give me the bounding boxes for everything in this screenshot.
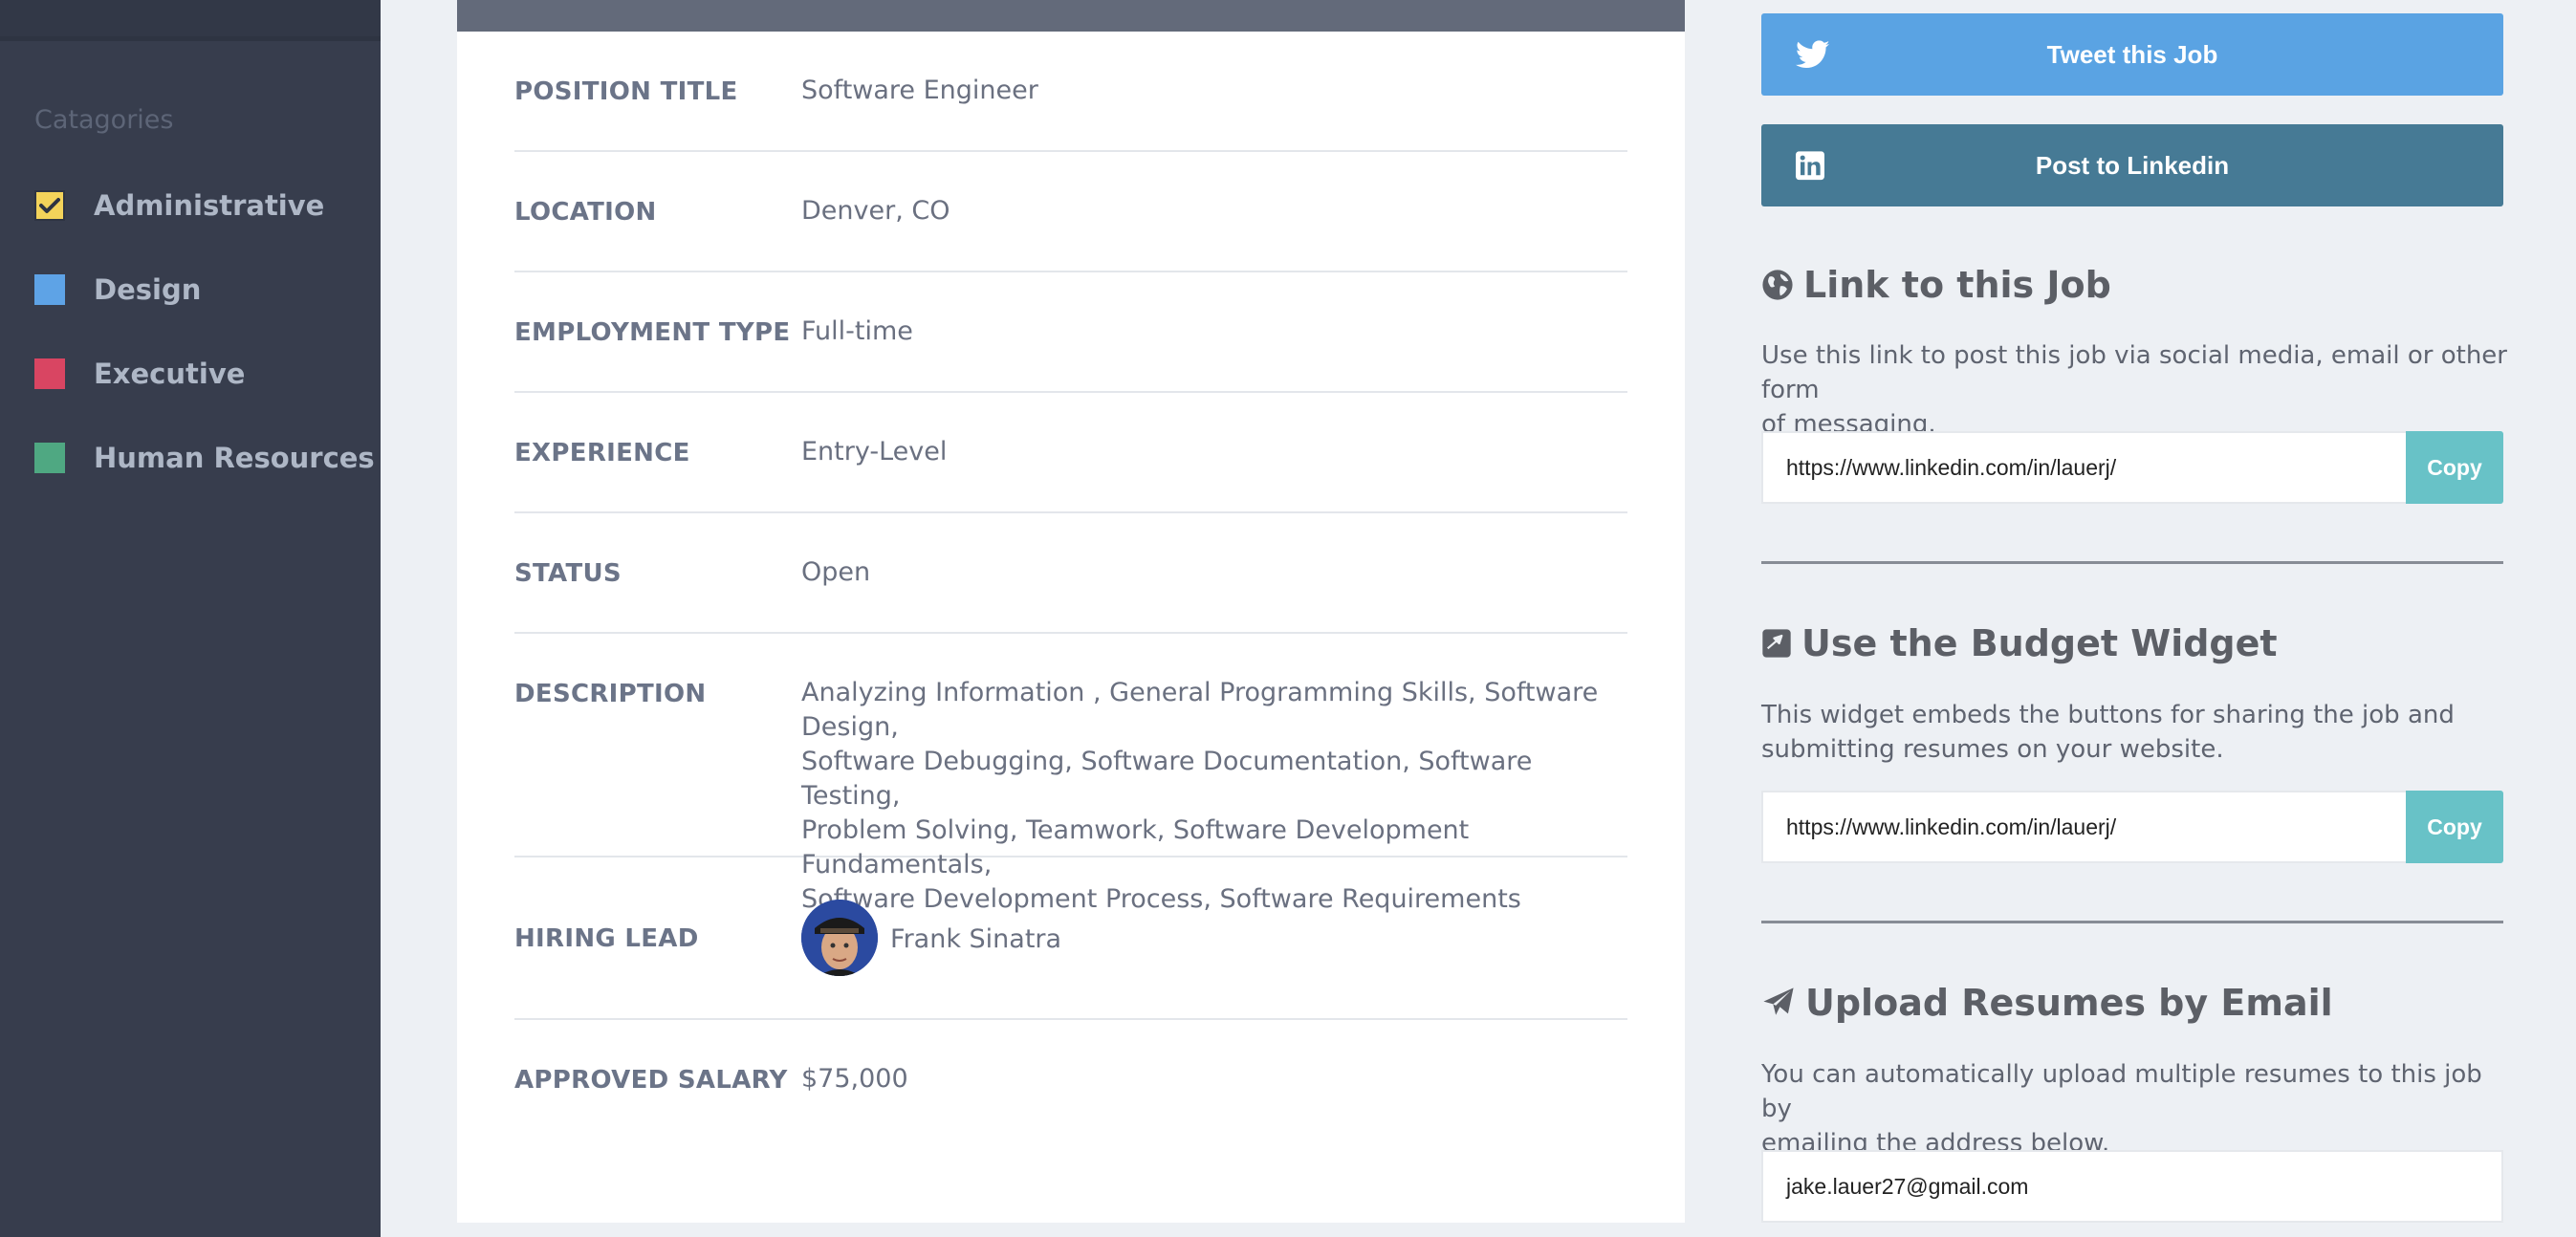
section-divider (1761, 561, 2503, 564)
post-linkedin-button[interactable]: Post to Linkedin (1761, 124, 2503, 206)
widget-section-description: This widget embeds the buttons for shari… (1761, 698, 2517, 767)
tweet-job-button[interactable]: Tweet this Job (1761, 13, 2503, 96)
twitter-icon (1795, 40, 1830, 76)
copy-widget-button[interactable]: Copy (2406, 791, 2503, 863)
desc-line: You can automatically upload multiple re… (1761, 1060, 2482, 1123)
check-icon (39, 198, 60, 213)
detail-label: HIRING LEAD (514, 924, 699, 953)
detail-label: APPROVED SALARY (514, 1066, 788, 1095)
category-label: Design (94, 273, 202, 306)
widget-icon (1761, 628, 1792, 659)
job-link-input[interactable]: https://www.linkedin.com/in/lauerj/ (1761, 431, 2406, 504)
sidebar: Catagories Administrative Design Executi… (0, 0, 381, 1237)
paper-plane-icon (1761, 987, 1796, 1019)
copy-link-button[interactable]: Copy (2406, 431, 2503, 504)
detail-row-position-title: POSITION TITLE Software Engineer (514, 32, 1627, 152)
detail-label: DESCRIPTION (514, 680, 707, 708)
widget-section-title-text: Use the Budget Widget (1801, 622, 2278, 664)
category-label: Human Resources (94, 442, 375, 474)
detail-row-approved-salary: APPROVED SALARY $75,000 (514, 1020, 1627, 1135)
category-item-human-resources[interactable]: Human Resources (34, 434, 375, 482)
detail-row-description: DESCRIPTION Analyzing Information , Gene… (514, 634, 1627, 914)
detail-row-employment-type: EMPLOYMENT TYPE Full-time (514, 272, 1627, 393)
detail-value: Open (801, 557, 871, 587)
link-section-title-text: Link to this Job (1803, 264, 2111, 306)
detail-value: Software Engineer (801, 76, 1038, 105)
job-details-card: POSITION TITLE Software Engineer LOCATIO… (457, 32, 1685, 1223)
detail-row-location: LOCATION Denver, CO (514, 152, 1627, 272)
hiring-lead-name: Frank Sinatra (890, 924, 1062, 954)
detail-value: $75,000 (801, 1064, 908, 1094)
category-item-administrative[interactable]: Administrative (34, 182, 324, 229)
card-header-bar (457, 0, 1685, 32)
detail-value: Full-time (801, 316, 913, 346)
categories-heading: Catagories (34, 105, 174, 135)
desc-line: Use this link to post this job via socia… (1761, 341, 2507, 404)
linkedin-label: Post to Linkedin (2035, 150, 2230, 180)
globe-icon (1761, 269, 1794, 301)
desc-line: This widget embeds the buttons for shari… (1761, 701, 2455, 729)
avatar (801, 900, 878, 976)
tweet-label: Tweet this Job (2046, 39, 2218, 69)
detail-row-experience: EXPERIENCE Entry-Level (514, 393, 1627, 513)
detail-label: LOCATION (514, 198, 657, 227)
desc-line: submitting resumes on your website. (1761, 735, 2224, 764)
email-section-description: You can automatically upload multiple re… (1761, 1057, 2517, 1161)
detail-row-hiring-lead: HIRING LEAD Frank Sinatra (514, 857, 1627, 1020)
category-checkbox-executive[interactable] (34, 358, 65, 389)
category-label: Executive (94, 358, 246, 390)
linkedin-icon (1796, 151, 1824, 186)
email-section-title: Upload Resumes by Email (1761, 982, 2333, 1024)
detail-value: Entry-Level (801, 437, 948, 467)
section-divider (1761, 921, 2503, 923)
detail-label: POSITION TITLE (514, 77, 738, 106)
detail-value: Denver, CO (801, 196, 950, 226)
upload-email-input[interactable]: jake.lauer27@gmail.com (1761, 1150, 2503, 1223)
detail-label: EMPLOYMENT TYPE (514, 318, 791, 347)
sidebar-topbar (0, 0, 381, 41)
link-section-title: Link to this Job (1761, 264, 2111, 306)
widget-section-title: Use the Budget Widget (1761, 622, 2278, 664)
detail-label: EXPERIENCE (514, 439, 690, 467)
category-checkbox-design[interactable] (34, 274, 65, 305)
category-item-design[interactable]: Design (34, 266, 201, 314)
email-section-title-text: Upload Resumes by Email (1805, 982, 2333, 1024)
link-section-description: Use this link to post this job via socia… (1761, 338, 2517, 442)
category-checkbox-human-resources[interactable] (34, 443, 65, 473)
detail-row-status: STATUS Open (514, 513, 1627, 634)
description-line: Software Debugging, Software Documentati… (801, 747, 1533, 811)
category-label: Administrative (94, 189, 325, 222)
detail-label: STATUS (514, 559, 622, 588)
category-checkbox-administrative[interactable] (34, 190, 65, 221)
category-item-executive[interactable]: Executive (34, 350, 245, 398)
widget-link-input[interactable]: https://www.linkedin.com/in/lauerj/ (1761, 791, 2406, 863)
description-line: Analyzing Information , General Programm… (801, 678, 1599, 742)
